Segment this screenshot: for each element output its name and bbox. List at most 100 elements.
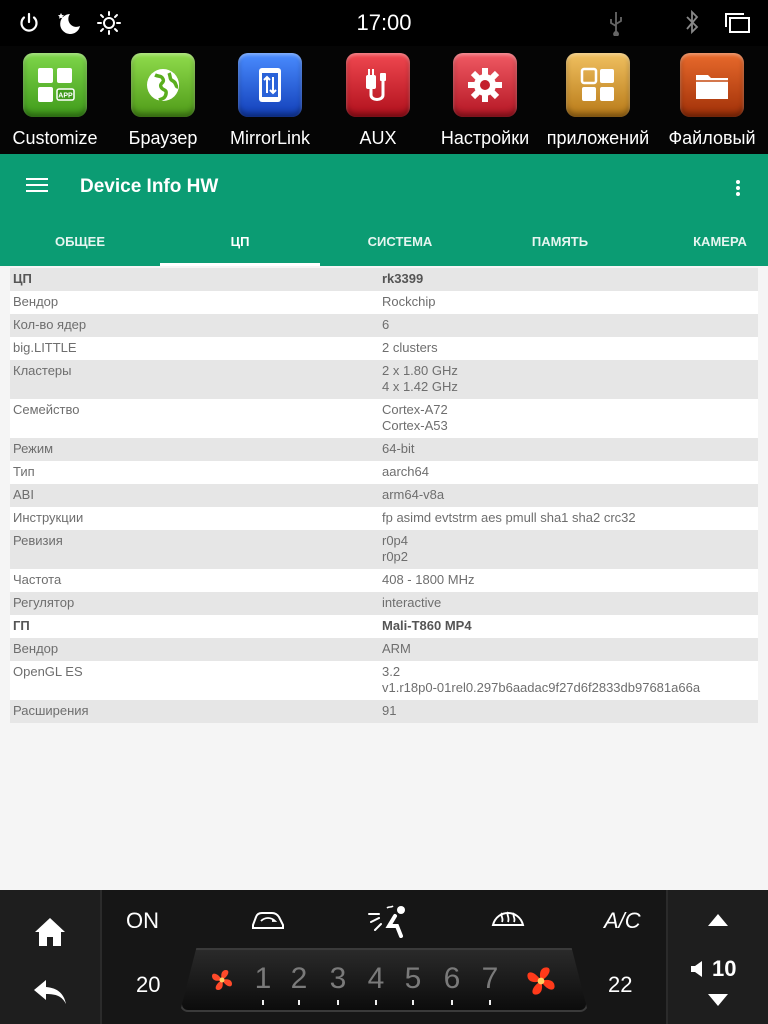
table-row: Семейство Cortex-A72 Cortex-A53: [10, 399, 758, 438]
row-key: Тип: [13, 464, 35, 479]
usb-icon: [601, 8, 631, 38]
night-mode-icon[interactable]: [54, 8, 84, 38]
row-key: big.LITTLE: [13, 340, 77, 355]
table-row: OpenGL ES 3.2 v1.r18p0-01rel0.297b6aadac9…: [10, 661, 758, 700]
row-value: ARM: [382, 641, 411, 656]
clock: 17:00: [356, 10, 412, 35]
back-icon[interactable]: [30, 972, 70, 1012]
fan-speed-4[interactable]: 4: [364, 962, 388, 1005]
tab-memory[interactable]: ПАМЯТЬ: [480, 220, 640, 266]
row-value: 91: [382, 703, 397, 718]
content-area: ЦП rk3399 Вендор Rockchip Кол-во ядер 6 big…: [0, 266, 768, 890]
row-value: r0p4 r0p2: [382, 533, 409, 564]
recirculation-icon[interactable]: [248, 904, 288, 936]
ac-button[interactable]: A/C: [604, 908, 641, 934]
app-label: Настройки: [440, 128, 530, 148]
status-bar: 17:00: [0, 0, 768, 46]
row-value: aarch64: [382, 464, 429, 479]
tab-bar: ОБЩЕЕ ЦП СИСТЕМА ПАМЯТЬ КАМЕРА: [0, 220, 768, 266]
row-key: Режим: [13, 441, 54, 456]
tab-camera[interactable]: КАМЕРА: [640, 220, 768, 266]
page-title: Device Info HW: [80, 176, 219, 197]
fan-speed-2[interactable]: 2: [287, 962, 311, 1005]
row-value: Rockchip: [382, 294, 436, 309]
row-key: Регулятор: [13, 595, 75, 610]
fan-speed-6[interactable]: 6: [440, 962, 464, 1005]
row-key: Семейство: [13, 402, 80, 417]
table-row: ГП Mali-T860 MP4: [10, 615, 758, 638]
table-row: Регулятор interactive: [10, 592, 758, 615]
svg-text:APP: APP: [58, 93, 73, 100]
app-customize[interactable]: APP Customize: [0, 46, 110, 154]
table-row: Кластеры 2 x 1.80 GHz 4 x 1.42 GHz: [10, 360, 758, 399]
volume-value: 10: [712, 956, 737, 981]
row-key: Вендор: [13, 294, 59, 309]
fan-speed-7[interactable]: 7: [478, 962, 502, 1005]
row-value: Cortex-A72 Cortex-A53: [382, 402, 448, 433]
app-applications[interactable]: приложений: [543, 46, 653, 154]
power-icon[interactable]: [14, 8, 44, 38]
menu-icon[interactable]: [26, 178, 48, 196]
app-browser[interactable]: Браузер: [108, 46, 218, 154]
row-value: 408 - 1800 MHz: [382, 572, 475, 587]
app-aux[interactable]: AUX: [323, 46, 433, 154]
home-icon[interactable]: [30, 912, 70, 952]
row-value: interactive: [382, 595, 442, 610]
airflow-mode-icon[interactable]: [364, 900, 410, 940]
table-row: Частота 408 - 1800 MHz: [10, 569, 758, 592]
apps-grid-icon: [566, 53, 630, 117]
row-value: 3.2 v1.r18p0-01rel0.297b6aadac9f27d6f283…: [382, 664, 701, 695]
row-key: Кластеры: [13, 363, 72, 378]
temperature-right[interactable]: 22: [608, 972, 632, 998]
fan-speed-3[interactable]: 3: [326, 962, 350, 1005]
app-settings[interactable]: Настройки: [430, 46, 540, 154]
row-key: Частота: [13, 572, 62, 587]
globe-icon: [131, 53, 195, 117]
table-row: ABI arm64-v8a: [10, 484, 758, 507]
volume-down-icon[interactable]: [704, 990, 732, 1010]
app-files[interactable]: Файловый: [657, 46, 767, 154]
row-key: Кол-во ядер: [13, 317, 87, 332]
info-table: ЦП rk3399 Вендор Rockchip Кол-во ядер 6 big…: [10, 268, 758, 723]
row-value: 6: [382, 317, 390, 332]
table-row: Вендор Rockchip: [10, 291, 758, 314]
app-grid-icon: APP: [23, 53, 87, 117]
row-key: Вендор: [13, 641, 59, 656]
fan-low-icon[interactable]: [206, 964, 238, 996]
tab-cpu[interactable]: ЦП: [160, 220, 320, 266]
row-value: rk3399: [382, 271, 424, 286]
temperature-left[interactable]: 20: [136, 972, 160, 998]
gear-icon: [453, 53, 517, 117]
more-options-icon[interactable]: [726, 176, 750, 200]
climate-bar: ON A/C 20 1 2 3 4 5 6 7 22 10: [0, 890, 768, 1024]
defrost-icon[interactable]: [488, 902, 528, 936]
fan-speed-1[interactable]: 1: [251, 962, 275, 1005]
table-row: ЦП rk3399: [10, 268, 758, 291]
volume-up-icon[interactable]: [704, 910, 732, 930]
speaker-icon: [691, 961, 702, 977]
folder-icon: [680, 53, 744, 117]
row-value: Mali-T860 MP4: [382, 618, 472, 633]
fan-high-icon[interactable]: [520, 960, 562, 1002]
tab-general[interactable]: ОБЩЕЕ: [0, 220, 160, 266]
app-label: приложений: [546, 128, 650, 148]
bluetooth-icon: [677, 8, 707, 38]
app-mirrorlink[interactable]: MirrorLink: [215, 46, 325, 154]
table-row: Инструкции fp asimd evtstrm aes pmull sha…: [10, 507, 758, 530]
brightness-icon[interactable]: [94, 8, 124, 38]
climate-on-button[interactable]: ON: [126, 908, 159, 934]
fan-speed-5[interactable]: 5: [401, 962, 425, 1005]
row-value: 64-bit: [382, 441, 415, 456]
app-bar: Device Info HW ОБЩЕЕ ЦП СИСТЕМА ПАМЯТЬ К…: [0, 154, 768, 266]
row-key: Инструкции: [13, 510, 84, 525]
app-label: Файловый: [668, 128, 756, 148]
table-row: Тип aarch64: [10, 461, 758, 484]
row-value: 2 x 1.80 GHz 4 x 1.42 GHz: [382, 363, 458, 394]
table-row: Расширения 91: [10, 700, 758, 723]
table-row: Ревизия r0p4 r0p2: [10, 530, 758, 569]
app-launcher: APP Customize Браузер MirrorLink AUX Нас…: [0, 46, 768, 154]
windows-icon[interactable]: [722, 8, 752, 38]
tab-system[interactable]: СИСТЕМА: [320, 220, 480, 266]
table-row: Вендор ARM: [10, 638, 758, 661]
row-key: ЦП: [13, 271, 32, 286]
